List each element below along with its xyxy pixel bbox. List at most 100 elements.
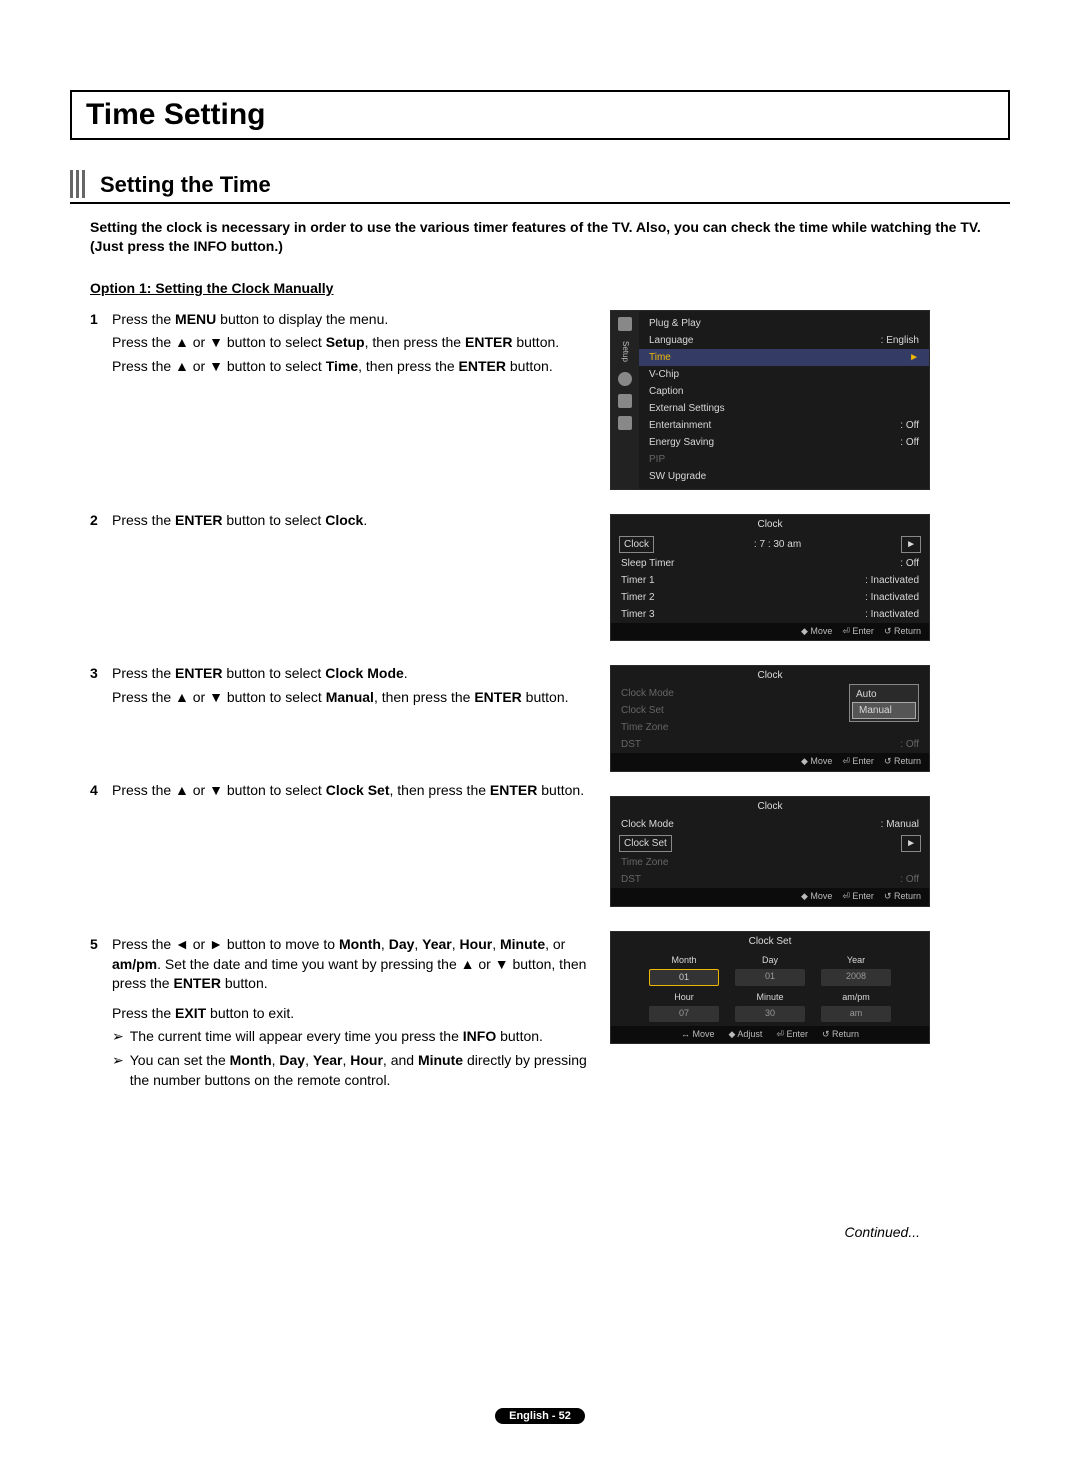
gear-icon xyxy=(618,372,632,386)
divider xyxy=(70,202,1010,204)
instructions-column: 1 Press the MENU button to display the m… xyxy=(70,310,610,1104)
list-item: Plug & Play xyxy=(639,315,929,332)
subtitle-row: Setting the Time xyxy=(70,170,1010,198)
note-arrow-icon: ➢ xyxy=(112,1027,124,1047)
step-1: 1 Press the MENU button to display the m… xyxy=(90,310,590,381)
field-value: am xyxy=(821,1006,891,1022)
clock-mode-dropdown: Auto Manual xyxy=(849,684,919,722)
subtitle: Setting the Time xyxy=(100,172,271,198)
step-number: 1 xyxy=(90,310,112,381)
osd-footer: ◆ Move ⏎ Enter ↺ Return xyxy=(611,623,929,641)
field-label: Month xyxy=(649,955,719,967)
enter-hint: ⏎ Enter xyxy=(842,756,874,768)
osd-clock-set-grid: Clock Set Month Day Year 01 01 2008 Hour xyxy=(610,931,930,1044)
note-line: ➢ You can set the Month, Day, Year, Hour… xyxy=(112,1051,590,1090)
step-2: 2 Press the ENTER button to select Clock… xyxy=(90,511,590,535)
osd-clock-menu: Clock Clock : 7 : 30 am ► Sleep Timer: O… xyxy=(610,514,930,642)
field-value: 2008 xyxy=(821,969,891,987)
chevron-right-icon: ► xyxy=(909,351,919,364)
spacer xyxy=(90,815,590,935)
list-item: V-Chip xyxy=(639,366,929,383)
osd-footer: ◆ Move ⏎ Enter ↺ Return xyxy=(611,888,929,906)
page-footer: English - 52 xyxy=(0,1406,1080,1424)
spacer xyxy=(90,391,590,511)
move-hint: ◆ Move xyxy=(801,891,832,903)
list-item: Caption xyxy=(639,383,929,400)
return-hint: ↺ Return xyxy=(884,756,921,768)
list-item: Language: English xyxy=(639,332,929,349)
osd-footer: ↔ Move ◆ Adjust ⏎ Enter ↺ Return xyxy=(611,1026,929,1044)
field-label: Minute xyxy=(735,992,805,1004)
manual-page: Time Setting Setting the Time Setting th… xyxy=(0,0,1080,1474)
enter-hint: ⏎ Enter xyxy=(842,626,874,638)
section-title: Time Setting xyxy=(86,98,994,132)
return-hint: ↺ Return xyxy=(884,626,921,638)
field-label: am/pm xyxy=(821,992,891,1004)
chevron-right-icon: ► xyxy=(901,536,921,553)
setup-tab-label: Setup xyxy=(620,339,630,364)
continued-text: Continued... xyxy=(70,1224,920,1240)
step-body: Press the ▲ or ▼ button to select Clock … xyxy=(112,781,590,805)
dropdown-option: Auto xyxy=(850,687,918,702)
step-body: Press the ENTER button to select Clock M… xyxy=(112,664,590,711)
list-item-selected: Clock Set ► xyxy=(611,833,929,854)
dropdown-option-selected: Manual xyxy=(852,702,916,719)
note-line: ➢ The current time will appear every tim… xyxy=(112,1027,590,1047)
return-hint: ↺ Return xyxy=(822,1029,859,1041)
section-title-box: Time Setting xyxy=(70,90,1010,140)
osd-clock-mode-menu: Clock Clock Mode Clock Set Time Zone DST… xyxy=(610,665,930,772)
field-value: 30 xyxy=(735,1006,805,1022)
step-body: Press the ◄ or ► button to move to Month… xyxy=(112,935,590,1094)
field-value-selected: 01 xyxy=(649,969,719,987)
list-item: Clock Mode: Manual xyxy=(611,816,929,833)
osd-setup-content: Plug & Play Language: English Time► V-Ch… xyxy=(639,311,929,489)
step-5: 5 Press the ◄ or ► button to move to Mon… xyxy=(90,935,590,1094)
intro-text: Setting the clock is necessary in order … xyxy=(90,218,1010,256)
step-number: 4 xyxy=(90,781,112,805)
list-item: Entertainment: Off xyxy=(639,417,929,434)
list-item: SW Upgrade xyxy=(639,468,929,485)
osd-setup-menu: Setup Plug & Play Language: English Time… xyxy=(610,310,930,490)
osd-footer: ◆ Move ⏎ Enter ↺ Return xyxy=(611,753,929,771)
osd-title: Clock xyxy=(611,666,929,685)
osd-title: Clock xyxy=(611,797,929,816)
cable-icon xyxy=(618,394,632,408)
adjust-hint: ◆ Adjust xyxy=(728,1029,762,1041)
list-item: Energy Saving: Off xyxy=(639,434,929,451)
move-hint: ◆ Move xyxy=(801,626,832,638)
tv-icon xyxy=(618,416,632,430)
enter-hint: ⏎ Enter xyxy=(776,1029,808,1041)
list-item-disabled: PIP xyxy=(639,451,929,468)
chevron-right-icon: ► xyxy=(901,835,921,852)
osd-column: Setup Plug & Play Language: English Time… xyxy=(610,310,930,1045)
step-4: 4 Press the ▲ or ▼ button to select Cloc… xyxy=(90,781,590,805)
step-number: 3 xyxy=(90,664,112,711)
list-item: Timer 1: Inactivated xyxy=(611,572,929,589)
step-body: Press the ENTER button to select Clock. xyxy=(112,511,590,535)
page-number-badge: English - 52 xyxy=(495,1408,585,1424)
list-item-selected: Clock : 7 : 30 am ► xyxy=(611,534,929,555)
list-item-disabled: DST: Off xyxy=(611,871,929,888)
decorative-bars-icon xyxy=(70,170,88,198)
list-item-disabled: Time Zone xyxy=(611,854,929,871)
spacer xyxy=(90,721,590,781)
osd-title: Clock Set xyxy=(611,932,929,951)
step-number: 5 xyxy=(90,935,112,1094)
step-body: Press the MENU button to display the men… xyxy=(112,310,590,381)
list-item-selected: Time► xyxy=(639,349,929,366)
move-hint: ↔ Move xyxy=(681,1029,715,1041)
osd-side-tabs: Setup xyxy=(611,311,639,489)
field-value: 07 xyxy=(649,1006,719,1022)
step-3: 3 Press the ENTER button to select Clock… xyxy=(90,664,590,711)
move-hint: ◆ Move xyxy=(801,756,832,768)
spacer xyxy=(90,544,590,664)
field-label: Hour xyxy=(649,992,719,1004)
list-item: Timer 3: Inactivated xyxy=(611,606,929,623)
field-label: Day xyxy=(735,955,805,967)
field-value: 01 xyxy=(735,969,805,987)
note-arrow-icon: ➢ xyxy=(112,1051,124,1071)
list-item-disabled: DST: Off xyxy=(611,736,929,753)
osd-title: Clock xyxy=(611,515,929,534)
list-item: Timer 2: Inactivated xyxy=(611,589,929,606)
osd-clock-set-select: Clock Clock Mode: Manual Clock Set ► Tim… xyxy=(610,796,930,907)
